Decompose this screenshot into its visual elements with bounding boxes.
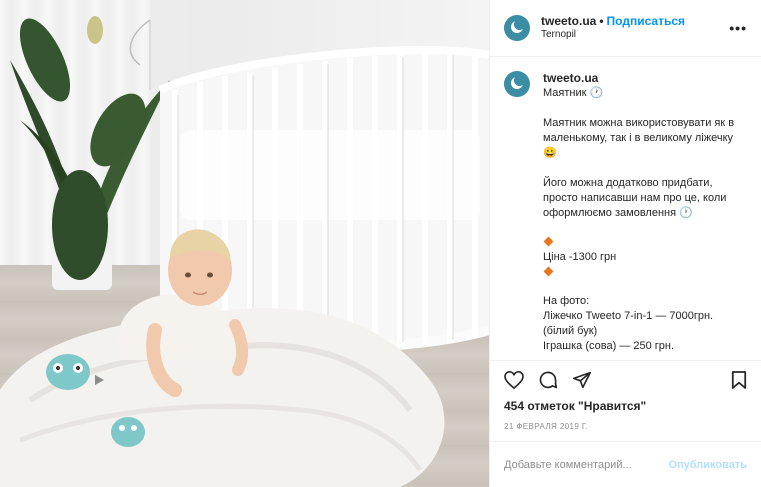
publish-button[interactable]: Опубликовать [668, 459, 747, 471]
comment-input[interactable] [504, 458, 669, 471]
diamond-icon [543, 265, 747, 280]
instagram-post: tweeto.ua • Подписаться Ternopil ••• tweet… [0, 0, 761, 487]
toy-small-illustration [111, 417, 145, 447]
comment-icon[interactable] [538, 368, 572, 392]
bookmark-icon[interactable] [727, 368, 747, 392]
caption-area: tweeto.ua Маятник 🕐 Маятник можна викори… [490, 57, 761, 360]
post-photo[interactable] [0, 0, 489, 487]
location-link[interactable]: Ternopil [541, 29, 729, 42]
caption-avatar[interactable] [504, 71, 530, 97]
caption-price: Ціна -1300 грн [543, 251, 617, 263]
follow-button[interactable]: Подписаться [607, 14, 685, 28]
header-username[interactable]: tweeto.ua [541, 14, 596, 28]
actions-section: 454 отметок "Нравится" 21 ФЕВРАЛЯ 2019 Г… [490, 360, 761, 441]
heart-icon[interactable] [504, 368, 538, 392]
header-text: tweeto.ua • Подписаться Ternopil [541, 14, 729, 42]
comment-box: Опубликовать [490, 441, 761, 487]
more-options-icon[interactable]: ••• [729, 20, 747, 36]
caption-paragraph-2: Його можна додатково придбати, просто на… [543, 177, 730, 219]
post-date: 21 ФЕВРАЛЯ 2019 Г. [504, 422, 589, 431]
caption-username[interactable]: tweeto.ua [543, 71, 747, 86]
post-header: tweeto.ua • Подписаться Ternopil ••• [490, 0, 761, 57]
likes-count[interactable]: 454 отметок "Нравится" [504, 399, 747, 413]
caption-title: Маятник 🕐 [543, 87, 604, 99]
caption-paragraph-1: Маятник можна використовувати як в мален… [543, 117, 738, 159]
header-separator: • [599, 14, 604, 29]
caption-body: tweeto.ua Маятник 🕐 Маятник можна викори… [543, 71, 747, 360]
caption-item-1: Ліжечко Tweeto 7-in-1 — 7000грн. (білий … [543, 310, 717, 337]
plant-illustration [10, 16, 170, 290]
caption-photo-heading: На фото: [543, 295, 590, 307]
action-bar [504, 361, 747, 399]
photo-scene [0, 16, 489, 487]
caption-item-2: Іграшка (сова) — 250 грн. [543, 340, 675, 352]
diamond-icon [543, 235, 747, 250]
share-icon[interactable] [572, 368, 606, 392]
post-sidebar: tweeto.ua • Подписаться Ternopil ••• tweet… [489, 0, 761, 487]
avatar[interactable] [504, 15, 530, 41]
